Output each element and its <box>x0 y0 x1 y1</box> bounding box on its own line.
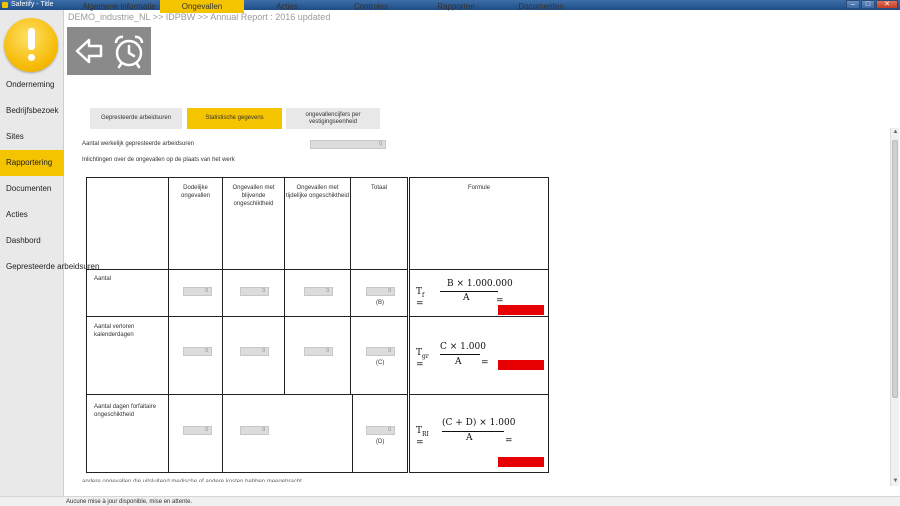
tab-ongevallen[interactable]: Ongevallen <box>160 0 244 13</box>
sidebar-item-sites[interactable]: Sites <box>0 124 64 150</box>
subtab-gepresteerde-arbeidsuren[interactable]: Gepresteerde arbeidsuren <box>90 108 182 129</box>
toolbar <box>67 27 151 75</box>
input-dagen-blijvend[interactable]: 0 <box>240 347 269 356</box>
window-controls: – □ ✕ <box>846 0 898 10</box>
formula-tf-numerator: B × 1.000.000 <box>447 279 513 289</box>
result-tf <box>498 305 544 315</box>
result-tg <box>498 360 544 370</box>
result-tri <box>498 457 544 467</box>
input-dagen-totaal[interactable]: 0 <box>366 347 395 356</box>
formula-tri-equals: = <box>505 436 513 446</box>
input-aantal-tijdelijk[interactable]: 0 <box>304 287 333 296</box>
formula-tg-sub: gr <box>422 352 429 360</box>
alarm-button[interactable] <box>109 31 149 71</box>
tag-b: (B) <box>376 300 384 306</box>
breadcrumb: DEMO_industrie_NL >> IDPBW >> Annual Rep… <box>68 12 331 22</box>
header-totaal: Totaal <box>370 185 387 191</box>
sidebar-nav: Onderneming Bedrijfsbezoek Sites Rapport… <box>0 72 99 280</box>
formula-tri-denominator: A <box>466 433 473 443</box>
window-title: Safetify - Title <box>11 1 54 8</box>
row-label-forfaitaire: Aantal dagen forfaitaire ongeschiktheid <box>94 404 157 418</box>
formula-tg-numerator: C × 1.000 <box>440 342 486 352</box>
alarm-clock-icon <box>114 35 144 69</box>
sidebar-item-onderneming[interactable]: Onderneming <box>0 72 64 98</box>
tab-controles[interactable]: Controles <box>345 0 397 13</box>
tab-documenten[interactable]: Documenten <box>512 0 570 13</box>
back-button[interactable] <box>69 31 109 71</box>
maximize-button[interactable]: □ <box>861 0 875 9</box>
scroll-thumb[interactable] <box>892 140 898 398</box>
input-forfait-blijvend[interactable]: 0 <box>240 426 269 435</box>
sidebar-item-documenten[interactable]: Documenten <box>0 176 64 202</box>
sidebar-item-dashbord[interactable]: Dashbord <box>0 228 64 254</box>
tab-acties[interactable]: Acties <box>262 0 312 13</box>
tag-c: (C) <box>376 360 385 366</box>
sidebar-item-gepresteerde-arbeidsuren[interactable]: Gepresteerde arbeidsuren <box>0 254 99 280</box>
tab-algemene-informatie[interactable]: Algemene informatie <box>80 0 158 13</box>
sidebar-item-acties[interactable]: Acties <box>0 202 64 228</box>
back-arrow-icon <box>75 38 103 64</box>
subtab-statistische-gegevens[interactable]: Statistische gegevens <box>187 108 282 129</box>
row-label-aantal: Aantal <box>94 276 112 282</box>
scroll-down-icon[interactable]: ▼ <box>891 477 900 486</box>
statusbar-left <box>0 496 64 506</box>
vertical-scrollbar[interactable]: ▲ ▼ <box>890 128 899 486</box>
formula-tg-equals: = <box>481 358 489 368</box>
info-label: Inlichtingen over de ongevallen op de pl… <box>82 157 235 163</box>
status-bar: Aucune mise à jour disponible, mise en a… <box>64 496 900 506</box>
hours-input[interactable]: 0 <box>310 140 386 149</box>
scroll-up-icon[interactable]: ▲ <box>891 128 900 137</box>
close-button[interactable]: ✕ <box>876 0 898 9</box>
subtab-ongevallencijfers[interactable]: ongevallencijfers per vestigingseenheid <box>286 108 380 129</box>
formula-tf-sub: f <box>422 291 425 299</box>
hours-label: Aantal werkelijk gepresteerde arbeidsure… <box>82 141 195 147</box>
formula-tf-denominator: A <box>463 293 470 303</box>
input-dagen-tijdelijk[interactable]: 0 <box>304 347 333 356</box>
row-label-kalenderdagen: Aantal verloren kalenderdagen <box>94 324 135 338</box>
tag-d: (D) <box>376 439 385 445</box>
sidebar: Onderneming Bedrijfsbezoek Sites Rapport… <box>0 10 99 496</box>
formula-tg-denominator: A <box>455 357 462 367</box>
footnote-text: andere ongevallen die uitsluitend medisc… <box>82 479 302 482</box>
header-dodelijke: Dodelijke ongevallen <box>180 185 211 199</box>
app-icon <box>2 2 8 8</box>
input-aantal-dodelijk[interactable]: 0 <box>183 287 212 296</box>
header-blijvende: Ongevallen met blijvende ongeschiktheid <box>232 185 275 207</box>
warning-logo-icon <box>4 18 58 72</box>
header-formule: Formule <box>467 185 490 191</box>
header-tijdelijke: Ongevallen met tijdelijke ongeschiktheid <box>285 185 350 199</box>
input-forfait-dodelijk[interactable]: 0 <box>183 426 212 435</box>
tab-rapporten[interactable]: Rapporten <box>428 0 484 13</box>
minimize-button[interactable]: – <box>846 0 860 9</box>
input-forfait-totaal[interactable]: 0 <box>366 426 395 435</box>
input-aantal-blijvend[interactable]: 0 <box>240 287 269 296</box>
sidebar-item-bedrijfsbezoek[interactable]: Bedrijfsbezoek <box>0 98 64 124</box>
sidebar-item-rapportering[interactable]: Rapportering <box>0 150 64 176</box>
input-dagen-dodelijk[interactable]: 0 <box>183 347 212 356</box>
formula-tri-sub: RI <box>422 430 429 438</box>
formula-tri-numerator: (C + D) × 1.000 <box>442 418 516 428</box>
input-aantal-totaal[interactable]: 0 <box>366 287 395 296</box>
